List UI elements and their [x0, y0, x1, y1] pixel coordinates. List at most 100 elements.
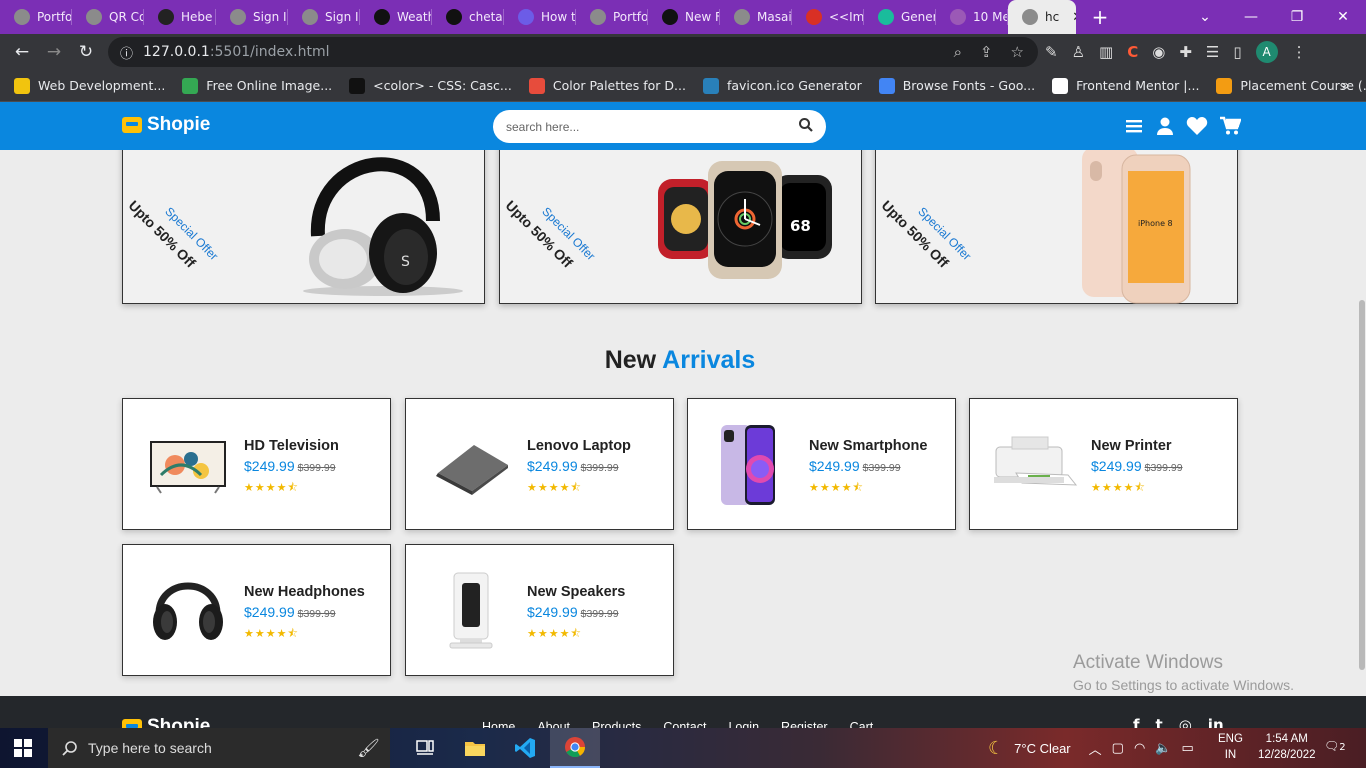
browser-tab[interactable]: Gener: [864, 0, 936, 34]
vscode-icon[interactable]: [500, 728, 550, 768]
chart-extension-icon[interactable]: ▥: [1099, 43, 1113, 61]
bookmark-item[interactable]: Browse Fonts - Goo...: [878, 77, 1035, 94]
close-window-icon[interactable]: ✕: [1320, 9, 1366, 25]
browser-tab[interactable]: chetar: [432, 0, 504, 34]
footer-link[interactable]: Contact: [663, 720, 706, 728]
bookmark-item[interactable]: favicon.ico Generator: [702, 77, 862, 94]
cart-icon[interactable]: [1219, 116, 1241, 136]
weather-text[interactable]: 7°C Clear: [1014, 741, 1071, 756]
browser-tab[interactable]: Portfo: [0, 0, 72, 34]
bookmark-item[interactable]: Free Online Image...: [182, 77, 333, 94]
browser-tab[interactable]: Hebe: [144, 0, 216, 34]
bookmark-item[interactable]: Web Development...: [14, 77, 165, 94]
wifi-icon[interactable]: ◠: [1134, 740, 1145, 756]
bookmark-label: Free Online Image...: [206, 78, 333, 93]
brand-logo[interactable]: Shopie: [122, 114, 210, 136]
notification-center-icon[interactable]: 🗨2: [1324, 739, 1346, 753]
pen-extension-icon[interactable]: ✎: [1045, 43, 1058, 61]
more-bookmarks-icon[interactable]: »: [1341, 78, 1350, 94]
url-host: 127.0.0.1: [143, 44, 210, 60]
profile-avatar[interactable]: A: [1255, 41, 1278, 63]
browser-tab[interactable]: <<Im: [792, 0, 864, 34]
browser-tab[interactable]: Masai: [720, 0, 792, 34]
footer-link[interactable]: Login: [728, 720, 759, 728]
back-icon[interactable]: ←: [6, 42, 38, 62]
linkedin-icon[interactable]: in: [1208, 716, 1224, 728]
offer-card-headphones[interactable]: Special Offer Upto 50% Off S: [122, 150, 485, 304]
file-explorer-icon[interactable]: [450, 728, 500, 768]
product-card-new-printer[interactable]: New Printer $249.99 $399.99 ★★★★⯪: [969, 398, 1238, 530]
windows-start-icon[interactable]: [14, 739, 32, 757]
bottle-extension-icon[interactable]: ♙: [1072, 43, 1085, 61]
chrome-icon[interactable]: [550, 728, 600, 768]
activate-windows-watermark: Activate Windows Go to Settings to activ…: [1073, 652, 1294, 693]
taskbar-search[interactable]: Type here to search 🖌: [48, 728, 390, 768]
browser-tab[interactable]: Weath: [360, 0, 432, 34]
browser-tab[interactable]: Portfo: [576, 0, 648, 34]
search-icon[interactable]: [798, 117, 814, 133]
browser-tab[interactable]: Sign In: [288, 0, 360, 34]
language-indicator[interactable]: ENG IN: [1218, 731, 1243, 763]
lang-line1: ENG: [1218, 733, 1243, 745]
bookmark-item[interactable]: <color> - CSS: Casc...: [349, 77, 512, 94]
footer-logo[interactable]: Shopie: [122, 716, 210, 728]
address-bar[interactable]: ⓘ 127.0.0.1:5501/index.html ⌕ ⇪ ☆: [108, 37, 1038, 67]
product-card-new-speakers[interactable]: New Speakers $249.99 $399.99 ★★★★⯪: [405, 544, 674, 676]
menu-bars-icon[interactable]: [1124, 116, 1144, 136]
menu-kebab-icon[interactable]: ⋮: [1292, 43, 1307, 61]
tab-active[interactable]: hc ✕: [1008, 0, 1076, 34]
record-extension-icon[interactable]: ◉: [1152, 43, 1165, 61]
close-tab-icon[interactable]: ✕: [1072, 10, 1076, 25]
browser-tab[interactable]: New F: [648, 0, 720, 34]
product-card-new-smartphone[interactable]: New Smartphone $249.99 $399.99 ★★★★⯪: [687, 398, 956, 530]
new-tab-icon[interactable]: +: [1088, 5, 1112, 29]
bookmark-star-icon[interactable]: ☆: [1011, 43, 1024, 61]
meet-now-icon[interactable]: ▢: [1112, 740, 1124, 756]
footer-link[interactable]: Cart: [850, 720, 874, 728]
puzzle-extensions-icon[interactable]: ✚: [1179, 43, 1192, 61]
product-card-hd-television[interactable]: HD Television $249.99 $399.99 ★★★★⯪: [122, 398, 391, 530]
scrollbar-thumb[interactable]: [1359, 300, 1365, 670]
volume-icon[interactable]: 🔈: [1155, 740, 1171, 756]
zoom-icon[interactable]: ⌕: [954, 43, 962, 61]
search-input[interactable]: [506, 119, 776, 134]
footer-link[interactable]: Products: [592, 720, 641, 728]
user-icon[interactable]: [1155, 116, 1175, 136]
bookmark-item[interactable]: Frontend Mentor |...: [1052, 77, 1199, 94]
info-icon[interactable]: ⓘ: [120, 43, 133, 62]
footer-link[interactable]: Register: [781, 720, 828, 728]
page-scrollbar[interactable]: [1358, 150, 1366, 696]
system-clock[interactable]: 1:54 AM 12/28/2022: [1258, 731, 1316, 763]
chevron-up-icon[interactable]: ︿: [1089, 739, 1102, 758]
heart-icon[interactable]: [1186, 116, 1208, 136]
footer-link[interactable]: About: [537, 720, 570, 728]
tab-search-icon[interactable]: ⌄: [1182, 9, 1228, 25]
reload-icon[interactable]: ↻: [70, 42, 102, 62]
bookmark-item[interactable]: Color Palettes for D...: [528, 77, 686, 94]
browser-tab[interactable]: QR Co: [72, 0, 144, 34]
offer-card-iphone[interactable]: Special Offer Upto 50% Off iPhone 8: [875, 150, 1238, 304]
battery-icon[interactable]: ▭: [1181, 740, 1193, 756]
css-extension-icon[interactable]: C: [1127, 43, 1138, 61]
footer-links: Home About Products Contact Login Register Car…: [482, 720, 873, 728]
browser-tab[interactable]: Sign In: [216, 0, 288, 34]
share-icon[interactable]: ⇪: [980, 43, 993, 61]
side-panel-icon[interactable]: ▯: [1233, 43, 1241, 61]
media-queue-icon[interactable]: ☰: [1206, 43, 1219, 61]
twitter-icon[interactable]: t: [1156, 716, 1163, 728]
instagram-icon[interactable]: ◎: [1179, 716, 1192, 728]
forward-icon[interactable]: →: [38, 42, 70, 62]
notification-count: 2: [1339, 742, 1346, 753]
hashnode-icon: [158, 9, 174, 25]
minimize-icon[interactable]: —: [1228, 9, 1274, 25]
browser-tab[interactable]: 10 Me: [936, 0, 1008, 34]
task-view-icon[interactable]: [400, 728, 450, 768]
shop-icon: [122, 117, 142, 133]
offer-card-smartwatch[interactable]: Special Offer Upto 50% Off 68: [499, 150, 862, 304]
facebook-icon[interactable]: f: [1133, 716, 1140, 728]
restore-icon[interactable]: ❐: [1274, 9, 1320, 25]
product-card-lenovo-laptop[interactable]: Lenovo Laptop $249.99 $399.99 ★★★★⯪: [405, 398, 674, 530]
browser-tab[interactable]: How t: [504, 0, 576, 34]
footer-link[interactable]: Home: [482, 720, 515, 728]
product-card-new-headphones[interactable]: New Headphones $249.99 $399.99 ★★★★⯪: [122, 544, 391, 676]
